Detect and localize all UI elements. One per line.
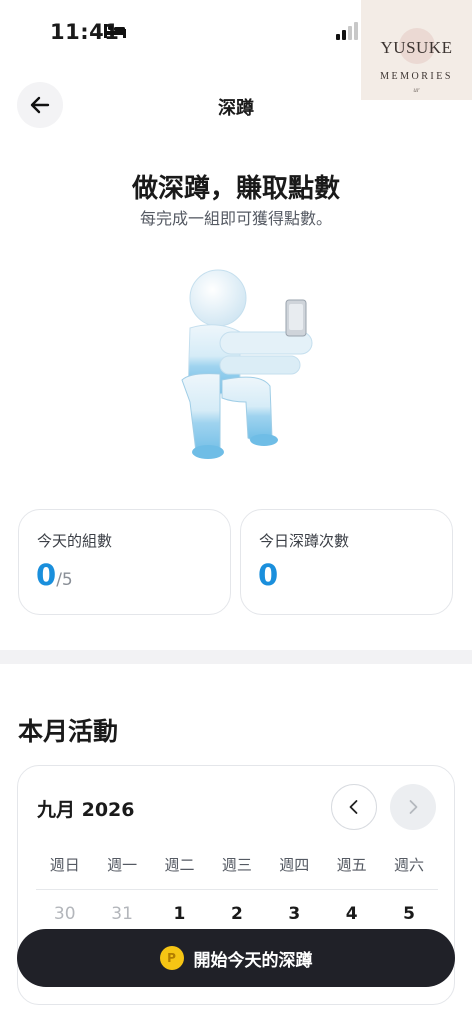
squats-today-value: 0 xyxy=(258,558,279,592)
weekday-sat: 週六 xyxy=(394,856,425,874)
calendar-date[interactable]: 4 xyxy=(323,904,380,930)
points-coin-icon: P xyxy=(159,946,184,970)
weekday-thu: 週四 xyxy=(279,856,310,874)
section-divider xyxy=(0,650,472,664)
weekday-fri: 週五 xyxy=(336,856,367,874)
cellular-signal-icon xyxy=(336,22,358,40)
calendar-date[interactable]: 5 xyxy=(380,904,437,930)
start-squats-label: 開始今天的深蹲 xyxy=(193,950,313,971)
calendar-week-row: 30 31 1 2 3 4 5 xyxy=(36,904,438,930)
sets-today-goal: /5 xyxy=(56,570,73,590)
hero-title: 做深蹲，賺取點數 xyxy=(131,174,340,204)
weekday-sun: 週日 xyxy=(49,856,80,874)
sets-today-card: 今天的組數 0/5 xyxy=(18,509,231,615)
sets-today-label: 今天的組數 xyxy=(37,532,113,550)
calendar-date[interactable]: 2 xyxy=(208,904,265,930)
weekday-tue: 週二 xyxy=(164,856,195,874)
watermark-signature: ur xyxy=(413,86,420,94)
watermark-title: YUSUKE xyxy=(380,38,453,57)
watermark-logo: YUSUKE MEMORIES ur xyxy=(361,0,472,100)
start-squats-button[interactable]: P 開始今天的深蹲 xyxy=(17,929,455,987)
hero-subtitle: 每完成一組即可獲得點數。 xyxy=(139,209,332,228)
page-title: 深蹲 xyxy=(218,98,254,119)
watermark-subtitle: MEMORIES xyxy=(380,71,453,82)
squats-today-label: 今日深蹲次數 xyxy=(259,532,350,550)
sets-today-count: 0 xyxy=(36,558,57,592)
chevron-left-icon xyxy=(349,800,358,814)
sets-today-value: 0/5 xyxy=(36,558,73,592)
calendar-date[interactable]: 1 xyxy=(151,904,208,930)
calendar-date[interactable]: 31 xyxy=(93,904,150,930)
weekday-mon: 週一 xyxy=(107,856,138,874)
previous-month-button[interactable] xyxy=(331,784,377,830)
calendar-divider xyxy=(36,889,438,890)
monthly-activity-title: 本月活動 xyxy=(18,717,119,746)
chevron-right-icon xyxy=(409,800,418,814)
calendar-date[interactable]: 3 xyxy=(266,904,323,930)
calendar-date[interactable]: 30 xyxy=(36,904,93,930)
weekday-header-row: 週日 週一 週二 週三 週四 週五 週六 xyxy=(36,854,438,878)
next-month-button[interactable] xyxy=(390,784,436,830)
calendar-month-label: 九月 2026 xyxy=(37,799,135,821)
weekday-wed: 週三 xyxy=(221,856,252,874)
squat-figure-illustration xyxy=(181,269,313,459)
squats-today-card: 今日深蹲次數 0 xyxy=(240,509,453,615)
sleep-focus-icon xyxy=(104,24,126,38)
